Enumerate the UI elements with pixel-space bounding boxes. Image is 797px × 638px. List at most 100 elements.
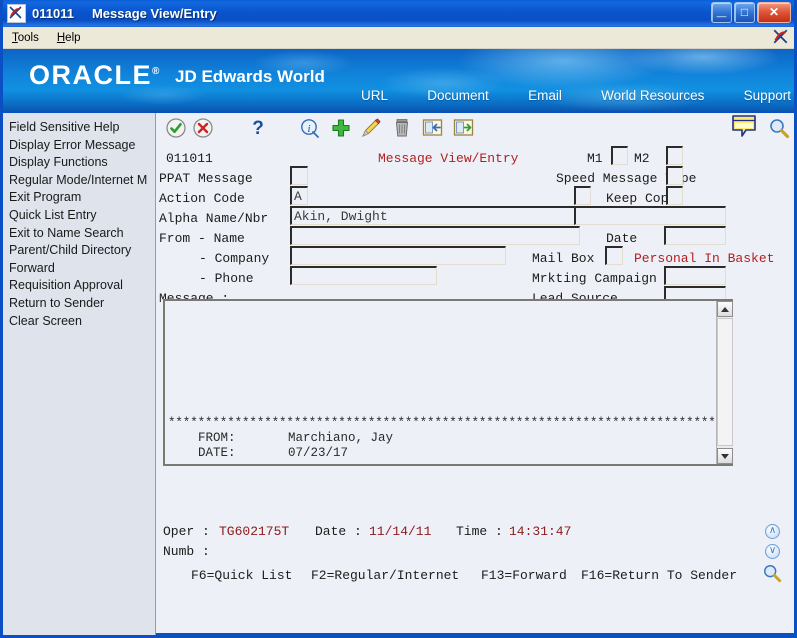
label-from-phone: - Phone — [199, 271, 254, 286]
sidebar-item-return-to-sender[interactable]: Return to Sender — [3, 295, 155, 313]
next-record-icon[interactable] — [452, 117, 474, 139]
previous-record-icon[interactable] — [421, 117, 443, 139]
close-icon: ✕ — [768, 5, 780, 19]
application-window: 011011 Message View/Entry _ □ ✕ TToolsoo… — [0, 0, 797, 638]
maximize-icon: □ — [740, 5, 749, 19]
label-alpha-name: Alpha Name/Nbr — [159, 211, 269, 226]
field-search-magnifier-icon[interactable] — [762, 563, 782, 583]
speed-message-desc-input[interactable] — [574, 206, 726, 225]
message-body-area[interactable]: ****************************************… — [163, 299, 733, 466]
sidebar-item-exit-program[interactable]: Exit Program — [3, 189, 155, 207]
alpha-name-input[interactable] — [290, 206, 580, 225]
search-magnifier-icon[interactable] — [768, 117, 790, 139]
message-bubble-icon[interactable] — [730, 114, 758, 140]
from-phone-input[interactable] — [290, 266, 437, 285]
label-date: Date — [606, 231, 638, 246]
label-ppat-message: PPAT Message — [159, 171, 253, 186]
date-input[interactable] — [664, 226, 726, 245]
screen-title: Message View/Entry — [378, 151, 519, 166]
label-mrkting-campaign: Mrkting Campaign — [532, 271, 657, 286]
close-button[interactable]: ✕ — [757, 2, 791, 23]
scroll-up-button[interactable] — [717, 301, 733, 317]
function-sidebar: Field Sensitive Help Display Error Messa… — [3, 113, 156, 635]
message-separator-line: ****************************************… — [168, 416, 715, 430]
label-from-company: - Company — [199, 251, 270, 266]
oracle-banner: ORACLE® JD Edwards World URL Document Em… — [3, 49, 794, 113]
oracle-wordmark: ORACLE — [29, 60, 152, 90]
info-icon[interactable]: i — [299, 117, 321, 139]
keep-copy-input[interactable] — [574, 186, 591, 205]
maximize-button[interactable]: □ — [734, 2, 755, 23]
window-app-icon — [7, 4, 26, 23]
sidebar-item-clear-screen[interactable]: Clear Screen — [3, 313, 155, 331]
program-id-label: 011011 — [166, 151, 213, 166]
action-code-input[interactable] — [290, 186, 308, 205]
status-time-value: 14:31:47 — [509, 524, 572, 539]
nav-link-url[interactable]: URL — [361, 88, 388, 103]
sidebar-item-regular-mode-internet[interactable]: Regular Mode/Internet M — [3, 172, 155, 190]
scroll-up-arrow-icon — [721, 307, 729, 312]
add-plus-icon[interactable] — [330, 117, 352, 139]
sidebar-item-requisition-approval[interactable]: Requisition Approval — [3, 277, 155, 295]
label-from-name: From - Name — [159, 231, 245, 246]
sidebar-item-forward[interactable]: Forward — [3, 260, 155, 278]
nav-link-support[interactable]: Support — [744, 88, 791, 103]
nav-link-email[interactable]: Email — [528, 88, 562, 103]
function-key-f2[interactable]: F2=Regular/Internet — [311, 568, 459, 583]
jde-logo-icon — [772, 28, 789, 50]
sidebar-item-display-error-message[interactable]: Display Error Message — [3, 137, 155, 155]
scrollbar-thumb[interactable] — [717, 318, 733, 446]
personal-in-basket-label: Personal In Basket — [634, 251, 775, 266]
page-down-glyph: ∨ — [768, 545, 777, 556]
accept-check-icon[interactable] — [165, 117, 187, 139]
title-bar: 011011 Message View/Entry _ □ ✕ — [3, 0, 794, 27]
function-key-f13[interactable]: F13=Forward — [481, 568, 567, 583]
oper-value: TG602175T — [219, 524, 290, 539]
oracle-logo: ORACLE® — [29, 60, 159, 91]
mail-box-input[interactable] — [605, 246, 623, 265]
from-name-input[interactable] — [290, 226, 580, 245]
page-up-icon[interactable]: ∧ — [765, 524, 780, 539]
sidebar-item-exit-to-name-search[interactable]: Exit to Name Search — [3, 225, 155, 243]
function-key-f6[interactable]: F6=Quick List — [191, 568, 292, 583]
label-action-code: Action Code — [159, 191, 245, 206]
m2-input[interactable] — [666, 146, 683, 165]
page-down-icon[interactable]: ∨ — [765, 544, 780, 559]
page-up-glyph: ∧ — [768, 525, 777, 536]
menu-item-help[interactable]: HHelpelp — [48, 28, 90, 48]
message-date-line: DATE: 07/23/17 — [168, 446, 349, 460]
registered-mark-icon: ® — [152, 66, 160, 77]
sidebar-item-quick-list-entry[interactable]: Quick List Entry — [3, 207, 155, 225]
minimize-button[interactable]: _ — [711, 0, 732, 23]
window-controls: _ □ ✕ — [711, 0, 791, 23]
message-body-text: ****************************************… — [168, 303, 715, 462]
scroll-down-button[interactable] — [717, 448, 733, 464]
edit-pencil-icon[interactable] — [360, 117, 382, 139]
ppat-message-input[interactable] — [290, 166, 308, 185]
help-question-icon[interactable]: ? — [247, 115, 269, 139]
sidebar-item-parent-child-directory[interactable]: Parent/Child Directory — [3, 242, 155, 260]
window-body: Field Sensitive Help Display Error Messa… — [3, 113, 794, 635]
form-content: ? i 011011 Message View/Entry PPAT Messa… — [156, 113, 794, 635]
nav-link-world-resources[interactable]: World Resources — [601, 88, 704, 103]
message-scrollbar[interactable] — [716, 301, 733, 464]
m1-input[interactable] — [611, 146, 628, 165]
function-key-f16[interactable]: F16=Return To Sender — [581, 568, 737, 583]
product-name: JD Edwards World — [175, 67, 325, 86]
minimize-icon: _ — [716, 0, 727, 19]
mrkting-campaign-input[interactable] — [664, 266, 726, 285]
svg-text:?: ? — [252, 118, 264, 139]
label-mail-box: Mail Box — [532, 251, 595, 266]
delete-trash-icon[interactable] — [391, 117, 413, 139]
sidebar-item-field-sensitive-help[interactable]: Field Sensitive Help — [3, 119, 155, 137]
status-date-value: 11/14/11 — [369, 524, 432, 539]
menu-item-tools[interactable]: TToolsools — [3, 28, 48, 48]
window-title-text: Message View/Entry — [91, 6, 217, 21]
nav-link-document[interactable]: Document — [427, 88, 489, 103]
from-company-input[interactable] — [290, 246, 506, 265]
speed-message-type-input[interactable] — [666, 166, 683, 185]
oper-label: Oper : — [163, 524, 210, 539]
speed-type-secondary-input[interactable] — [666, 186, 683, 205]
cancel-x-icon[interactable] — [192, 117, 214, 139]
sidebar-item-display-functions[interactable]: Display Functions — [3, 154, 155, 172]
